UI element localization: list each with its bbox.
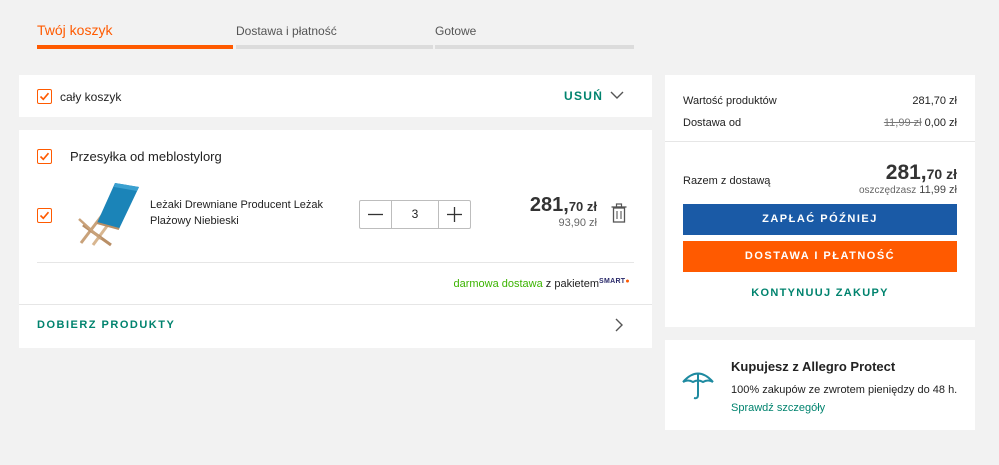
step-cart-bar (37, 45, 233, 49)
chevron-right-icon[interactable] (613, 317, 625, 333)
seller-label: Przesyłka od meblostylorg (70, 149, 222, 164)
item-price-cents: 70 zł (568, 199, 597, 214)
step-delivery-label: Dostawa i płatność (236, 24, 337, 38)
quantity-stepper: 3 (359, 200, 471, 229)
chevron-down-icon[interactable] (609, 88, 625, 102)
total-main: 281, (885, 161, 927, 184)
smart-badge-text: SMART (599, 278, 626, 285)
check-icon (39, 211, 50, 220)
smart-badge: SMART● (599, 278, 630, 285)
shipping-suffix: z pakietem (542, 278, 599, 290)
select-all-checkbox[interactable] (37, 89, 52, 104)
shipping-note: darmowa dostawa z pakietem (419, 278, 599, 290)
protect-details-link[interactable]: Sprawdź szczegóły (731, 402, 825, 414)
select-all-label: cały koszyk (60, 90, 122, 104)
step-done-bar (435, 45, 634, 49)
umbrella-icon (682, 372, 714, 400)
shipping-old-price: 11,99 zł (883, 117, 922, 129)
delivery-payment-button[interactable]: DOSTAWA I PŁATNOŚĆ (683, 241, 957, 272)
savings: oszczędzasz 11,99 zł (859, 184, 957, 196)
continue-shopping-link[interactable]: KONTYNUUJ ZAKUPY (683, 287, 957, 299)
free-shipping-text: darmowa dostawa (453, 278, 543, 290)
step-done-label: Gotowe (435, 24, 477, 38)
total-cents: 70 zł (926, 166, 957, 182)
checkout-steps: Twój koszyk Dostawa i płatność Gotowe (37, 0, 634, 50)
step-cart[interactable]: Twój koszyk (37, 0, 233, 50)
seller-checkbox[interactable] (37, 149, 52, 164)
product-image[interactable] (71, 179, 143, 249)
shipping-row: Dostawa od 11,99 zł 0,00 zł (683, 117, 957, 129)
divider (665, 141, 975, 142)
cart-card: Przesyłka od meblostylorg Leżaki Drewnia… (19, 130, 652, 348)
step-delivery-bar (236, 45, 433, 49)
protect-text: 100% zakupów ze zwrotem pieniędzy do 48 … (731, 381, 961, 417)
step-done[interactable]: Gotowe (435, 0, 634, 50)
shipping-value: 0,00 zł (924, 117, 957, 129)
products-value: 281,70 zł (912, 95, 957, 107)
divider (19, 304, 652, 305)
decrement-button[interactable] (360, 201, 391, 228)
check-icon (39, 92, 50, 101)
minus-icon (368, 213, 383, 216)
protect-title: Kupujesz z Allegro Protect (731, 359, 896, 374)
divider (37, 262, 634, 263)
product-name[interactable]: Leżaki Drewniane Producent Leżak Plażowy… (150, 197, 350, 229)
pay-later-button[interactable]: ZAPŁAĆ PÓŹNIEJ (683, 204, 957, 235)
unit-price: 93,90 zł (558, 217, 597, 229)
savings-value: 11,99 zł (919, 184, 957, 196)
item-price: 281,70 zł (479, 194, 597, 217)
protect-description: 100% zakupów ze zwrotem pieniędzy do 48 … (731, 384, 958, 396)
step-cart-label: Twój koszyk (37, 22, 113, 38)
products-value-row: Wartość produktów 281,70 zł (683, 95, 957, 107)
shipping-value-group: 11,99 zł 0,00 zł (884, 117, 957, 129)
trash-icon[interactable] (611, 203, 627, 223)
quantity-input[interactable]: 3 (391, 201, 439, 228)
total-amount: 281,70 zł (886, 161, 957, 185)
plus-icon (447, 207, 462, 222)
check-icon (39, 152, 50, 161)
increment-button[interactable] (439, 201, 470, 228)
item-price-main: 281, (529, 194, 569, 216)
summary-card: Wartość produktów 281,70 zł Dostawa od 1… (665, 75, 975, 327)
protect-card: Kupujesz z Allegro Protect 100% zakupów … (665, 340, 975, 430)
item-checkbox[interactable] (37, 208, 52, 223)
products-value-label: Wartość produktów (683, 95, 777, 107)
smart-badge-mark: ● (625, 278, 630, 285)
more-products-link[interactable]: DOBIERZ PRODUKTY (37, 319, 175, 331)
step-delivery[interactable]: Dostawa i płatność (236, 0, 433, 50)
remove-button[interactable]: USUŃ (564, 89, 603, 103)
shipping-label: Dostawa od (683, 117, 742, 129)
savings-label: oszczędzasz (858, 185, 917, 196)
total-label: Razem z dostawą (683, 175, 771, 187)
select-all-card: cały koszyk USUŃ (19, 75, 652, 117)
